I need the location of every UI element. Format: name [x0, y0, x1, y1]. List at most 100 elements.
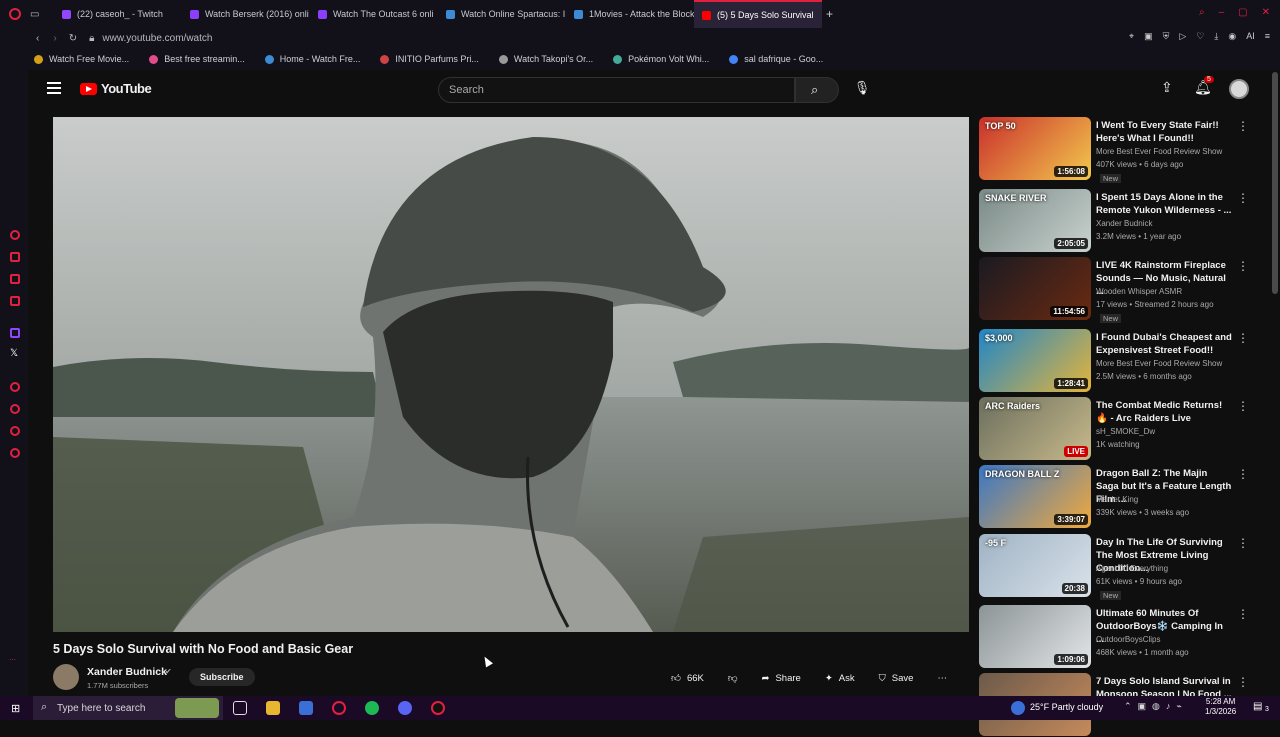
more-options-icon[interactable]: ⋮: [1237, 191, 1249, 205]
store-icon[interactable]: [299, 701, 313, 715]
opera-gx-icon[interactable]: [431, 701, 445, 715]
video-thumbnail[interactable]: ARC Raiders LIVE: [979, 397, 1091, 460]
bookmark-item[interactable]: Watch Takopi's Or...: [498, 54, 593, 64]
video-thumbnail[interactable]: SNAKE RIVER 2:05:05: [979, 189, 1091, 252]
player-icon[interactable]: ▷: [1179, 31, 1186, 42]
pin-icon[interactable]: ⌖: [1129, 31, 1134, 42]
forward-icon[interactable]: ›: [53, 33, 56, 44]
video-thumbnail[interactable]: TOP 50 1:56:08: [979, 117, 1091, 180]
channel-avatar[interactable]: [53, 664, 79, 690]
more-options-icon[interactable]: ⋮: [1237, 467, 1249, 481]
youtube-logo[interactable]: YouTube: [80, 81, 152, 96]
browser-tab[interactable]: 1Movies - Attack the Block: [566, 0, 694, 28]
system-tray-icons[interactable]: ⌃▣◍♪⌁: [1124, 701, 1188, 712]
browser-tab[interactable]: Watch Online Spartacus: I: [438, 0, 566, 28]
voice-search-icon[interactable]: 🎙︎: [852, 80, 872, 100]
channel-name[interactable]: Xander Budnick: [87, 666, 167, 678]
browser-tab[interactable]: (5) 5 Days Solo Survival: [694, 0, 822, 28]
sidebar-aria-icon[interactable]: [10, 230, 20, 240]
more-options-icon[interactable]: ⋮: [1237, 607, 1249, 621]
video-thumbnail[interactable]: DRAGON BALL Z 3:39:07: [979, 465, 1091, 528]
bookmark-item[interactable]: Pokémon Volt Whi...: [613, 54, 709, 64]
download-icon[interactable]: ⤓: [1214, 31, 1218, 42]
recommended-video-title[interactable]: The Combat Medic Returns! 🔥 - Arc Raider…: [1096, 399, 1232, 425]
recommended-video[interactable]: 11:54:56 LIVE 4K Rainstorm Fireplace Soun…: [979, 257, 1249, 323]
snapshot-icon[interactable]: ▣: [1144, 31, 1153, 42]
recommended-video[interactable]: DRAGON BALL Z 3:39:07 Dragon Ball Z: The M…: [979, 465, 1249, 529]
video-player[interactable]: [53, 117, 969, 632]
dislike-button[interactable]: 👎︎: [719, 667, 747, 689]
account-avatar[interactable]: [1229, 79, 1249, 99]
windows-start-icon[interactable]: ⊞: [11, 702, 20, 715]
spotify-icon[interactable]: [365, 701, 379, 715]
browser-tab[interactable]: (22) caseoh_ - Twitch: [54, 0, 182, 28]
ask-button[interactable]: ✦ Ask: [816, 667, 864, 689]
bookmark-item[interactable]: Home - Watch Fre...: [264, 54, 360, 64]
bookmark-item[interactable]: INITIO Parfums Pri...: [380, 54, 479, 64]
sidebar-twitch-icon[interactable]: [10, 328, 20, 338]
recommended-video-title[interactable]: I Went To Every State Fair!! Here's What…: [1096, 119, 1232, 145]
recommended-video-title[interactable]: I Found Dubai's Cheapest and Expensivest…: [1096, 331, 1232, 357]
sidebar-m-icon[interactable]: [10, 296, 20, 306]
maximize-icon[interactable]: ▢: [1238, 7, 1247, 18]
hamburger-menu-icon[interactable]: [47, 82, 61, 94]
heart-icon[interactable]: ♡: [1196, 31, 1204, 42]
discord-icon[interactable]: [398, 701, 412, 715]
share-button[interactable]: ➦ Share: [753, 667, 810, 689]
subscribe-button[interactable]: Subscribe: [189, 668, 255, 686]
like-button[interactable]: 👍︎ 66K: [662, 667, 713, 689]
sidebar-messenger-icon[interactable]: [10, 274, 20, 284]
sidebar-history-icon[interactable]: [10, 404, 20, 414]
back-icon[interactable]: ‹: [36, 33, 39, 44]
shield-icon[interactable]: ⛨: [1163, 31, 1170, 42]
opera-taskbar-icon[interactable]: [332, 701, 346, 715]
file-explorer-icon[interactable]: [266, 701, 280, 715]
weather-text[interactable]: 25°F Partly cloudy: [1030, 702, 1103, 712]
video-thumbnail[interactable]: 1:09:06: [979, 605, 1091, 668]
recommended-video[interactable]: TOP 50 1:56:08 I Went To Every State Fair!…: [979, 117, 1249, 183]
sidebar-x-icon[interactable]: 𝕏: [10, 348, 18, 359]
recommended-channel-name[interactable]: Manlet King: [1096, 495, 1138, 504]
video-thumbnail[interactable]: $3,000 1:28:41: [979, 329, 1091, 392]
sidebar-more-icon[interactable]: ⋯: [9, 656, 16, 664]
browser-tab[interactable]: Watch Berserk (2016) onli: [182, 0, 310, 28]
clock[interactable]: 5:28 AM 1/3/2026: [1205, 697, 1236, 717]
bookmark-item[interactable]: Best free streamin...: [149, 54, 245, 64]
recommended-video[interactable]: -95 F 20:38 Day In The Life Of Surviving T…: [979, 534, 1249, 600]
recommended-channel-name[interactable]: More Best Ever Food Review Show: [1096, 359, 1222, 368]
tab-menu-icon[interactable]: ▭: [30, 9, 54, 20]
close-icon[interactable]: ✕: [1262, 7, 1270, 18]
menu-icon[interactable]: ≡: [1265, 31, 1270, 42]
reload-icon[interactable]: ↻: [69, 33, 77, 44]
recommended-channel-name[interactable]: Wooden Whisper ASMR: [1096, 287, 1182, 296]
more-options-icon[interactable]: ⋮: [1237, 675, 1249, 689]
ai-icon[interactable]: AI: [1246, 31, 1255, 42]
browser-tab[interactable]: Watch The Outcast 6 onli: [310, 0, 438, 28]
taskbar-search-input[interactable]: ⌕ Type here to search: [33, 696, 223, 720]
search-input[interactable]: Search: [438, 77, 795, 103]
new-tab-icon[interactable]: +: [826, 7, 833, 21]
camera-icon[interactable]: ◉: [1228, 31, 1236, 42]
notification-center-icon[interactable]: ▤: [1253, 701, 1262, 712]
search-tabs-icon[interactable]: ⌕: [1199, 7, 1205, 18]
recommended-video-title[interactable]: I Spent 15 Days Alone in the Remote Yuko…: [1096, 191, 1232, 217]
more-options-icon[interactable]: ⋮: [1237, 399, 1249, 413]
more-options-icon[interactable]: ⋮: [1237, 119, 1249, 133]
sidebar-settings-icon[interactable]: [10, 448, 20, 458]
video-thumbnail[interactable]: 11:54:56: [979, 257, 1091, 320]
sidebar-store-icon[interactable]: [10, 252, 20, 262]
bookmark-item[interactable]: Watch Free Movie...: [34, 54, 129, 64]
more-actions-button[interactable]: ⋯: [928, 667, 956, 689]
recommended-video[interactable]: $3,000 1:28:41 I Found Dubai's Cheapest an…: [979, 329, 1249, 393]
recommended-video[interactable]: 1:09:06 Ultimate 60 Minutes Of OutdoorBoy…: [979, 605, 1249, 669]
minimize-icon[interactable]: –: [1219, 7, 1225, 18]
video-thumbnail[interactable]: -95 F 20:38: [979, 534, 1091, 597]
page-scrollbar[interactable]: [1272, 72, 1278, 294]
more-options-icon[interactable]: ⋮: [1237, 536, 1249, 550]
recommended-channel-name[interactable]: More Best Ever Food Review Show: [1096, 147, 1222, 156]
recommended-video[interactable]: SNAKE RIVER 2:05:05 I Spent 15 Days Alone …: [979, 189, 1249, 253]
recommended-channel-name[interactable]: Xander Budnick: [1096, 219, 1152, 228]
sidebar-music-icon[interactable]: [10, 382, 20, 392]
opera-logo-icon[interactable]: [0, 0, 30, 28]
recommended-channel-name[interactable]: sH_SMOKE_Dw: [1096, 427, 1155, 436]
